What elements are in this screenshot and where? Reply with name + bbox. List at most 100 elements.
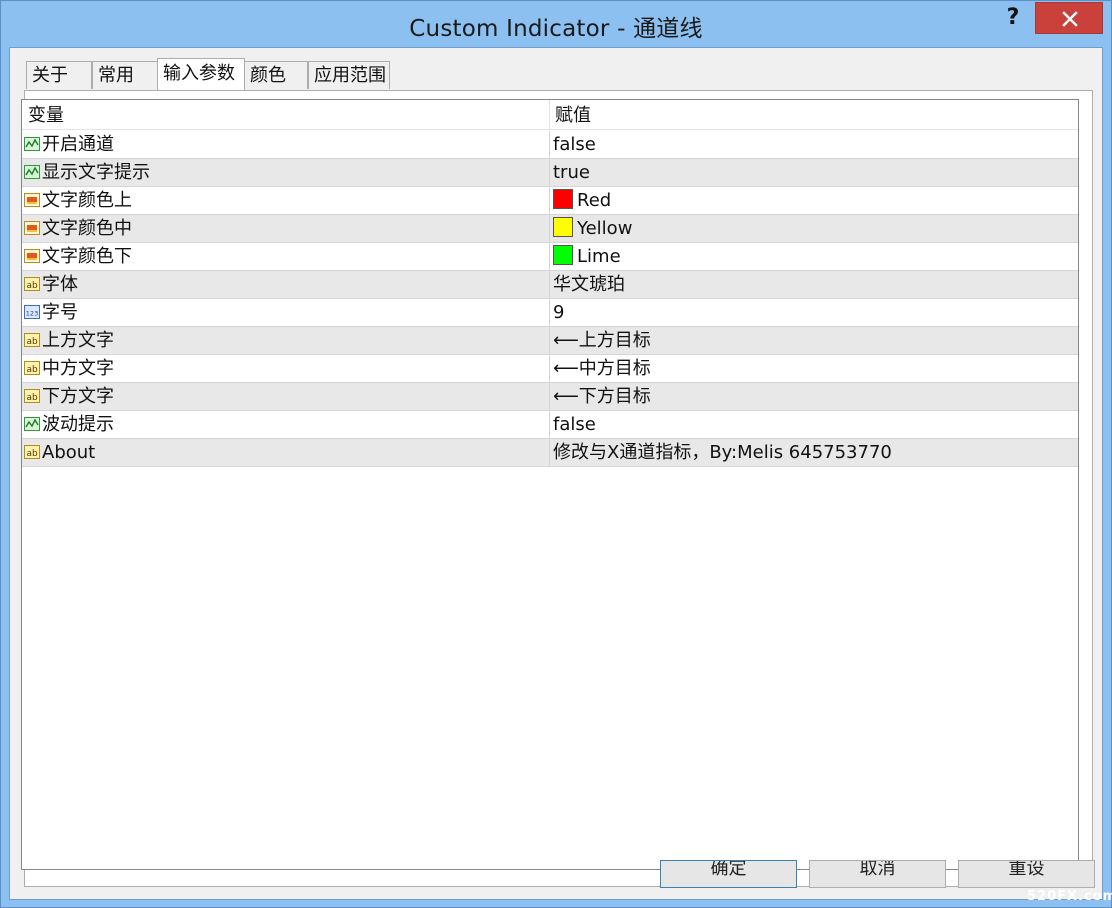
param-name-cell[interactable]: 文字颜色上 — [22, 187, 550, 215]
svg-text:ab: ab — [27, 393, 39, 403]
cancel-button[interactable]: 取消 — [809, 860, 946, 888]
param-value-label: 修改与X通道指标，By:Melis 645753770 — [553, 442, 892, 463]
table-row[interactable]: ab 下方文字 ⟵下方目标 — [22, 383, 1078, 411]
color-swatch — [553, 245, 573, 265]
table-row[interactable]: 开启通道 false — [22, 131, 1078, 159]
param-name-label: About — [42, 442, 96, 463]
param-name-label: 文字颜色下 — [42, 246, 132, 267]
param-name-cell[interactable]: ab 上方文字 — [22, 327, 550, 355]
table-row[interactable]: ab 字体 华文琥珀 — [22, 271, 1078, 299]
param-value-cell[interactable]: 华文琥珀 — [550, 271, 1078, 299]
param-name-label: 上方文字 — [42, 330, 114, 351]
column-header-value[interactable]: 赋值 — [550, 100, 1078, 130]
title-bar[interactable]: Custom Indicator - 通道线 ? — [1, 1, 1111, 47]
grid-header: 变量 赋值 — [22, 100, 1078, 130]
table-row[interactable]: ab About 修改与X通道指标，By:Melis 645753770 — [22, 439, 1078, 467]
param-name-label: 显示文字提示 — [42, 162, 150, 183]
param-value-label: ⟵上方目标 — [553, 330, 651, 351]
param-name-cell[interactable]: 123 字号 — [22, 299, 550, 327]
table-row[interactable]: ab 中方文字 ⟵中方目标 — [22, 355, 1078, 383]
param-name-cell[interactable]: 文字颜色下 — [22, 243, 550, 271]
string-icon: ab — [24, 357, 40, 375]
param-name-label: 字号 — [42, 302, 78, 323]
param-value-cell[interactable]: ⟵上方目标 — [550, 327, 1078, 355]
param-value-cell[interactable]: true — [550, 159, 1078, 187]
param-name-label: 下方文字 — [42, 386, 114, 407]
color-swatch — [553, 217, 573, 237]
param-name-cell[interactable]: ab 字体 — [22, 271, 550, 299]
bool-icon — [24, 133, 40, 151]
string-icon: ab — [24, 329, 40, 347]
param-name-cell[interactable]: 波动提示 — [22, 411, 550, 439]
param-name-cell[interactable]: 显示文字提示 — [22, 159, 550, 187]
param-value-cell[interactable]: false — [550, 411, 1078, 439]
watermark: 520FX.com — [1027, 889, 1112, 904]
table-row[interactable]: ab 上方文字 ⟵上方目标 — [22, 327, 1078, 355]
table-row[interactable]: 显示文字提示 true — [22, 159, 1078, 187]
param-name-cell[interactable]: ab 中方文字 — [22, 355, 550, 383]
string-icon: ab — [24, 385, 40, 403]
param-value-label: 华文琥珀 — [553, 274, 625, 295]
param-name-label: 开启通道 — [42, 134, 114, 155]
param-name-label: 字体 — [42, 274, 78, 295]
param-name-cell[interactable]: ab About — [22, 439, 550, 467]
close-button[interactable] — [1035, 2, 1103, 34]
param-value-cell[interactable]: ⟵中方目标 — [550, 355, 1078, 383]
tab-about[interactable]: 关于 — [26, 61, 92, 89]
column-header-variable[interactable]: 变量 — [22, 100, 550, 130]
dialog-client: 关于 常用 输入参数 颜色 应用范围 变量 赋值 开启通道 false 显示文字提示… — [9, 47, 1103, 900]
param-value-cell[interactable]: 9 — [550, 299, 1078, 327]
svg-text:ab: ab — [27, 337, 39, 347]
param-value-label: 9 — [553, 302, 565, 323]
ok-button[interactable]: 确定 — [660, 860, 797, 888]
color-swatch — [553, 189, 573, 209]
color-icon — [24, 217, 40, 235]
param-name-label: 文字颜色上 — [42, 190, 132, 211]
integer-icon: 123 — [24, 301, 40, 319]
window-title: Custom Indicator - 通道线 — [409, 16, 703, 42]
table-row[interactable]: 文字颜色中 Yellow — [22, 215, 1078, 243]
help-button[interactable]: ? — [997, 4, 1029, 32]
param-value-cell[interactable]: ⟵下方目标 — [550, 383, 1078, 411]
param-value-cell[interactable]: false — [550, 131, 1078, 159]
tab-colors[interactable]: 颜色 — [244, 61, 308, 89]
table-row[interactable]: 文字颜色上 Red — [22, 187, 1078, 215]
tab-common[interactable]: 常用 — [92, 61, 158, 89]
bool-icon — [24, 413, 40, 431]
param-name-cell[interactable]: 文字颜色中 — [22, 215, 550, 243]
param-name-cell[interactable]: 开启通道 — [22, 131, 550, 159]
param-value-label: ⟵下方目标 — [553, 386, 651, 407]
parameters-grid: 变量 赋值 开启通道 false 显示文字提示 true 文字颜色上 Red 文字颜色中 Ye… — [21, 99, 1079, 870]
param-name-label: 波动提示 — [42, 414, 114, 435]
param-value-label: false — [553, 414, 596, 435]
string-icon: ab — [24, 441, 40, 459]
param-value-label: Lime — [577, 246, 621, 267]
bool-icon — [24, 161, 40, 179]
table-row[interactable]: 123 字号 9 — [22, 299, 1078, 327]
table-row[interactable]: 文字颜色下 Lime — [22, 243, 1078, 271]
close-icon — [1062, 11, 1078, 27]
color-icon — [24, 189, 40, 207]
color-icon — [24, 245, 40, 263]
tab-inputs[interactable]: 输入参数 — [157, 58, 245, 90]
param-value-label: Red — [577, 190, 612, 211]
svg-text:ab: ab — [27, 281, 39, 291]
table-row[interactable]: 波动提示 false — [22, 411, 1078, 439]
param-name-label: 中方文字 — [42, 358, 114, 379]
param-value-label: true — [553, 162, 590, 183]
param-value-cell[interactable]: Red — [550, 187, 1078, 215]
svg-text:123: 123 — [26, 310, 38, 318]
dialog-window: Custom Indicator - 通道线 ? 关于 常用 输入参数 颜色 应… — [0, 0, 1112, 908]
param-value-cell[interactable]: Lime — [550, 243, 1078, 271]
string-icon: ab — [24, 273, 40, 291]
param-name-label: 文字颜色中 — [42, 218, 132, 239]
param-name-cell[interactable]: ab 下方文字 — [22, 383, 550, 411]
param-value-label: ⟵中方目标 — [553, 358, 651, 379]
tab-visualization[interactable]: 应用范围 — [308, 61, 390, 89]
param-value-cell[interactable]: Yellow — [550, 215, 1078, 243]
param-value-label: false — [553, 134, 596, 155]
svg-text:ab: ab — [27, 449, 39, 459]
param-value-cell[interactable]: 修改与X通道指标，By:Melis 645753770 — [550, 439, 1078, 467]
svg-text:ab: ab — [27, 365, 39, 375]
reset-button[interactable]: 重设 — [958, 860, 1095, 888]
